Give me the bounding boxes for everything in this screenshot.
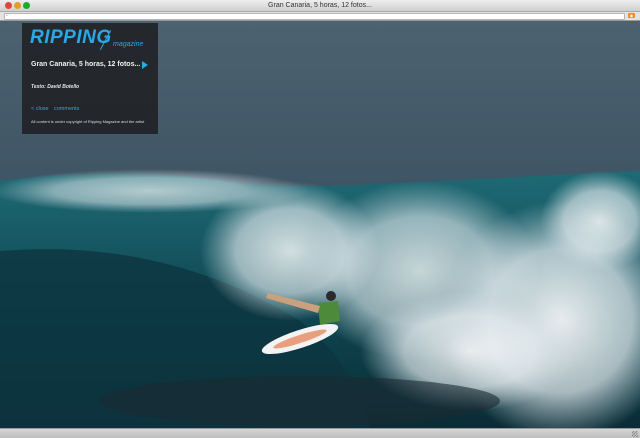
comments-link[interactable]: comments <box>54 106 79 112</box>
window-title: Gran Canaria, 5 horas, 12 fotos... <box>268 2 372 9</box>
article-overlay-panel: RIPPING magazine Gran Canaria, 5 horas, … <box>22 23 158 134</box>
window-titlebar: Gran Canaria, 5 horas, 12 fotos... <box>0 0 640 12</box>
address-bar: ▫ ◉ <box>0 12 640 21</box>
rss-icon[interactable]: ◉ <box>628 13 635 18</box>
page-viewport: RIPPING magazine Gran Canaria, 5 horas, … <box>0 21 640 428</box>
author-credit: Texto: David Botello <box>31 84 80 90</box>
page-icon: ▫ <box>6 13 8 19</box>
close-link[interactable]: < close <box>31 106 49 112</box>
ripping-logo[interactable]: RIPPING <box>30 27 112 49</box>
url-field[interactable]: ▫ <box>4 13 625 20</box>
play-icon[interactable] <box>142 61 148 69</box>
logo-subtitle: magazine <box>113 41 144 48</box>
resize-grip-icon[interactable] <box>632 431 638 437</box>
copyright-notice: All content is under copyright of Rippin… <box>31 119 145 124</box>
article-headline: Gran Canaria, 5 horas, 12 fotos... <box>31 61 141 68</box>
